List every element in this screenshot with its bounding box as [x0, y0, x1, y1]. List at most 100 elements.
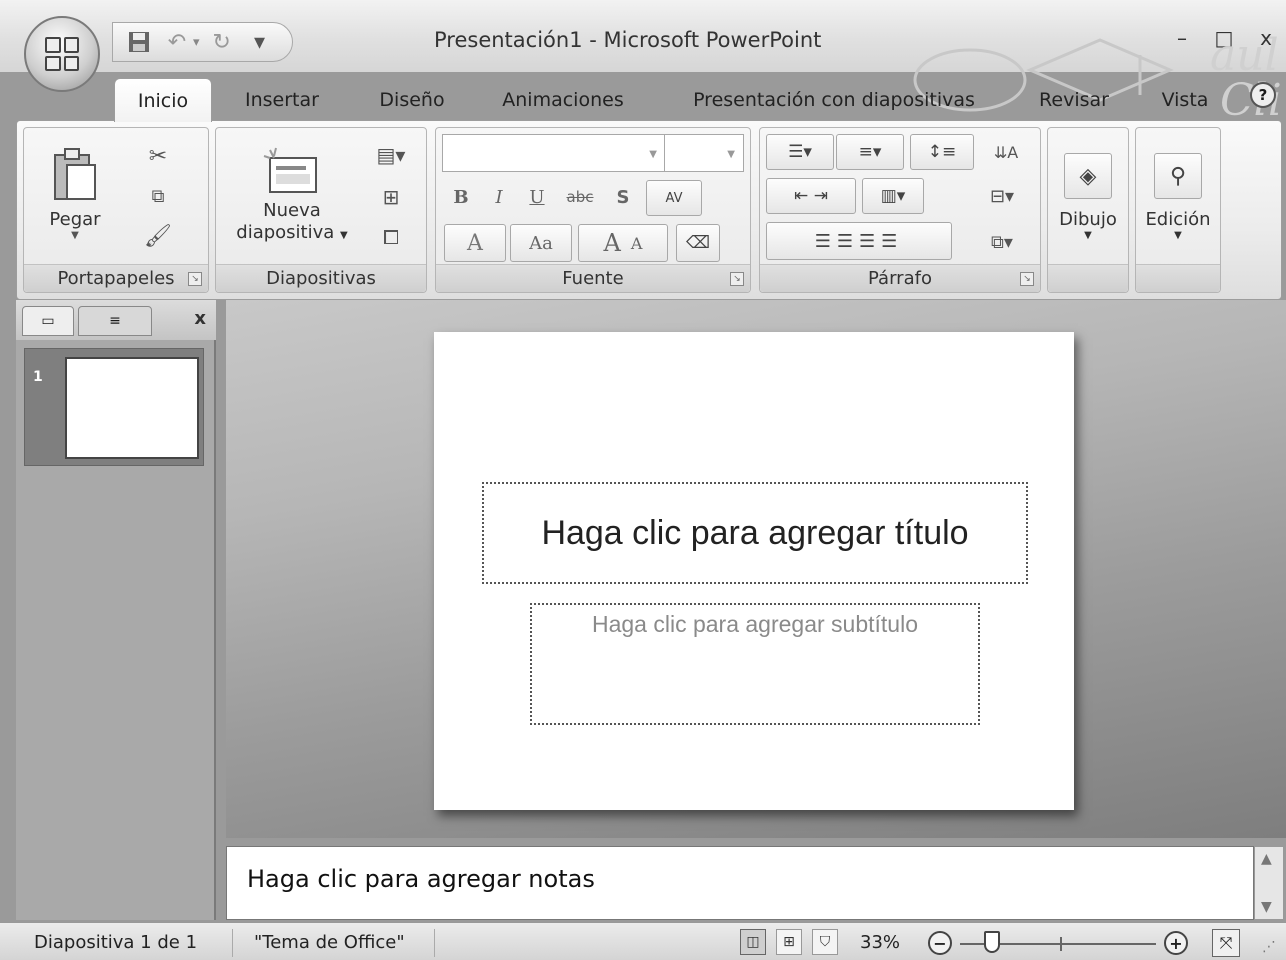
tab-diseno[interactable]: Diseño: [364, 78, 460, 122]
delete-slide-icon[interactable]: ⧠: [366, 220, 416, 254]
undo-icon[interactable]: ↶: [161, 27, 193, 57]
notes-pane[interactable]: Haga clic para agregar notas: [226, 846, 1254, 920]
editing-button[interactable]: ⚲ Edición ▼: [1138, 134, 1218, 260]
close-pane-button[interactable]: x: [194, 308, 206, 329]
align-text-icon[interactable]: ⊟▾: [974, 178, 1030, 214]
save-icon[interactable]: [123, 27, 155, 57]
font-name-combo[interactable]: ▼: [442, 134, 666, 172]
zoom-slider-center-mark: [1060, 937, 1062, 951]
char-spacing-label: AV: [665, 190, 683, 206]
strikethrough-button[interactable]: abc: [558, 180, 602, 214]
shrink-font-button[interactable]: A: [631, 234, 643, 253]
powerpoint-window: Presentación1 - Microsoft PowerPoint – □…: [0, 0, 1286, 960]
zoom-in-button[interactable]: +: [1164, 931, 1188, 955]
tab-outline-icon[interactable]: ≡: [78, 306, 152, 336]
scroll-up-icon[interactable]: ▲: [1261, 851, 1272, 867]
slide-count-status: Diapositiva 1 de 1: [34, 932, 198, 953]
group-label-dibujo: [1048, 264, 1128, 292]
tab-inicio[interactable]: Inicio: [114, 78, 212, 122]
notes-scrollbar[interactable]: ▲ ▼: [1254, 846, 1284, 920]
cut-icon[interactable]: ✂: [136, 138, 180, 174]
font-color-button[interactable]: A: [444, 224, 506, 262]
group-label-parrafo: Párrafo ↘: [760, 264, 1040, 292]
scroll-down-icon[interactable]: ▼: [1261, 899, 1272, 915]
grow-font-button[interactable]: A: [604, 229, 621, 257]
portapapeles-launcher-icon[interactable]: ↘: [188, 272, 202, 286]
group-portapapeles: Pegar ▼ ✂ ⧉ 🖌 Portapapeles ↘: [23, 127, 209, 293]
paste-label: Pegar: [49, 209, 101, 230]
theme-status: "Tema de Office": [254, 932, 405, 953]
tab-presentacion[interactable]: Presentación con diapositivas: [672, 78, 996, 122]
fit-to-window-icon[interactable]: ⤧: [1212, 929, 1240, 957]
fuente-launcher-icon[interactable]: ↘: [730, 272, 744, 286]
new-slide-button[interactable]: Nueva diapositiva ▼: [222, 134, 362, 258]
slideshow-view-icon[interactable]: ⛉: [812, 929, 838, 955]
shadow-button[interactable]: S: [608, 180, 638, 214]
zoom-level[interactable]: 33%: [860, 932, 900, 953]
undo-dropdown-icon[interactable]: ▾: [193, 35, 200, 50]
numbering-icon[interactable]: ≡▾: [836, 134, 904, 170]
change-case-label: Aa: [529, 232, 553, 254]
tab-insertar[interactable]: Insertar: [232, 78, 332, 122]
bullets-icon[interactable]: ☰▾: [766, 134, 834, 170]
editing-label: Edición: [1145, 209, 1211, 230]
close-button[interactable]: x: [1254, 26, 1278, 50]
help-icon[interactable]: ?: [1250, 82, 1276, 108]
new-slide-label-2-wrap: diapositiva ▼: [236, 222, 347, 247]
shapes-icon: ◈: [1064, 153, 1112, 199]
reset-slide-icon[interactable]: ⊞: [366, 180, 416, 214]
alignment-icons[interactable]: ☰☰☰☰: [766, 222, 952, 260]
slide-sorter-view-icon[interactable]: ⊞: [776, 929, 802, 955]
char-spacing-button[interactable]: AV: [646, 180, 702, 216]
status-separator: [232, 929, 233, 957]
smartart-icon[interactable]: ⧉▾: [974, 224, 1030, 260]
font-size-combo[interactable]: ▼: [664, 134, 744, 172]
layout-icon[interactable]: ▤▾: [366, 138, 416, 172]
minimize-button[interactable]: –: [1170, 26, 1194, 50]
group-fuente: ▼ ▼ B I U abc S AV A Aa A A ⌫ Fuente ↘: [435, 127, 751, 293]
drawing-button[interactable]: ◈ Dibujo ▼: [1050, 134, 1126, 260]
zoom-out-button[interactable]: −: [928, 931, 952, 955]
zoom-slider-thumb[interactable]: [984, 931, 1000, 953]
text-direction-icon[interactable]: ⇊A: [978, 134, 1034, 170]
normal-view-icon[interactable]: ◫: [740, 929, 766, 955]
format-painter-icon[interactable]: 🖌: [136, 218, 180, 254]
status-bar: Diapositiva 1 de 1 "Tema de Office" ◫ ⊞ …: [0, 922, 1286, 960]
tab-revisar[interactable]: Revisar: [1028, 78, 1120, 122]
editing-dropdown-icon: ▼: [1174, 230, 1182, 241]
italic-button[interactable]: I: [484, 180, 514, 214]
font-size-dropdown-icon: ▼: [727, 149, 735, 160]
change-case-button[interactable]: Aa: [510, 224, 572, 262]
fuente-label: Fuente: [562, 268, 624, 289]
drawing-dropdown-icon: ▼: [1084, 230, 1092, 241]
group-parrafo: ☰▾ ≡▾ ↕≡ ⇊A ⇤ ⇥ ▥▾ ⊟▾ ☰☰☰☰ ⧉▾ Párrafo ↘: [759, 127, 1041, 293]
group-edicion: ⚲ Edición ▼: [1135, 127, 1221, 293]
office-button[interactable]: [24, 16, 100, 92]
new-slide-label-2: diapositiva: [236, 221, 335, 243]
tab-vista[interactable]: Vista: [1148, 78, 1222, 122]
bold-button[interactable]: B: [446, 180, 476, 214]
tab-animaciones[interactable]: Animaciones: [488, 78, 638, 122]
parrafo-launcher-icon[interactable]: ↘: [1020, 272, 1034, 286]
font-name-dropdown-icon: ▼: [649, 149, 657, 160]
title-placeholder[interactable]: Haga clic para agregar título: [482, 482, 1028, 584]
customize-qat-icon[interactable]: ▾: [244, 27, 276, 57]
slide-thumbnail-item[interactable]: 1: [24, 348, 204, 466]
window-controls: – □ x: [1170, 26, 1278, 50]
notes-placeholder: Haga clic para agregar notas: [247, 865, 595, 893]
group-label-fuente: Fuente ↘: [436, 264, 750, 292]
paste-button[interactable]: Pegar ▼: [32, 134, 118, 254]
copy-icon[interactable]: ⧉: [136, 178, 180, 214]
ribbon-tabs: Inicio Insertar Diseño Animaciones Prese…: [0, 72, 1286, 122]
ribbon: Pegar ▼ ✂ ⧉ 🖌 Portapapeles ↘ Nueva diapos…: [16, 120, 1282, 300]
columns-icon[interactable]: ▥▾: [862, 178, 924, 214]
subtitle-placeholder[interactable]: Haga clic para agregar subtítulo: [530, 603, 980, 725]
tab-slides-icon[interactable]: ▭: [22, 306, 74, 336]
resize-grip-icon[interactable]: ⋰: [1262, 939, 1276, 955]
underline-button[interactable]: U: [522, 180, 552, 214]
maximize-button[interactable]: □: [1212, 26, 1236, 50]
indent-icons[interactable]: ⇤ ⇥: [766, 178, 856, 214]
line-spacing-icon[interactable]: ↕≡: [910, 134, 974, 170]
clear-format-icon[interactable]: ⌫: [676, 224, 720, 262]
redo-icon[interactable]: ↻: [206, 27, 238, 57]
